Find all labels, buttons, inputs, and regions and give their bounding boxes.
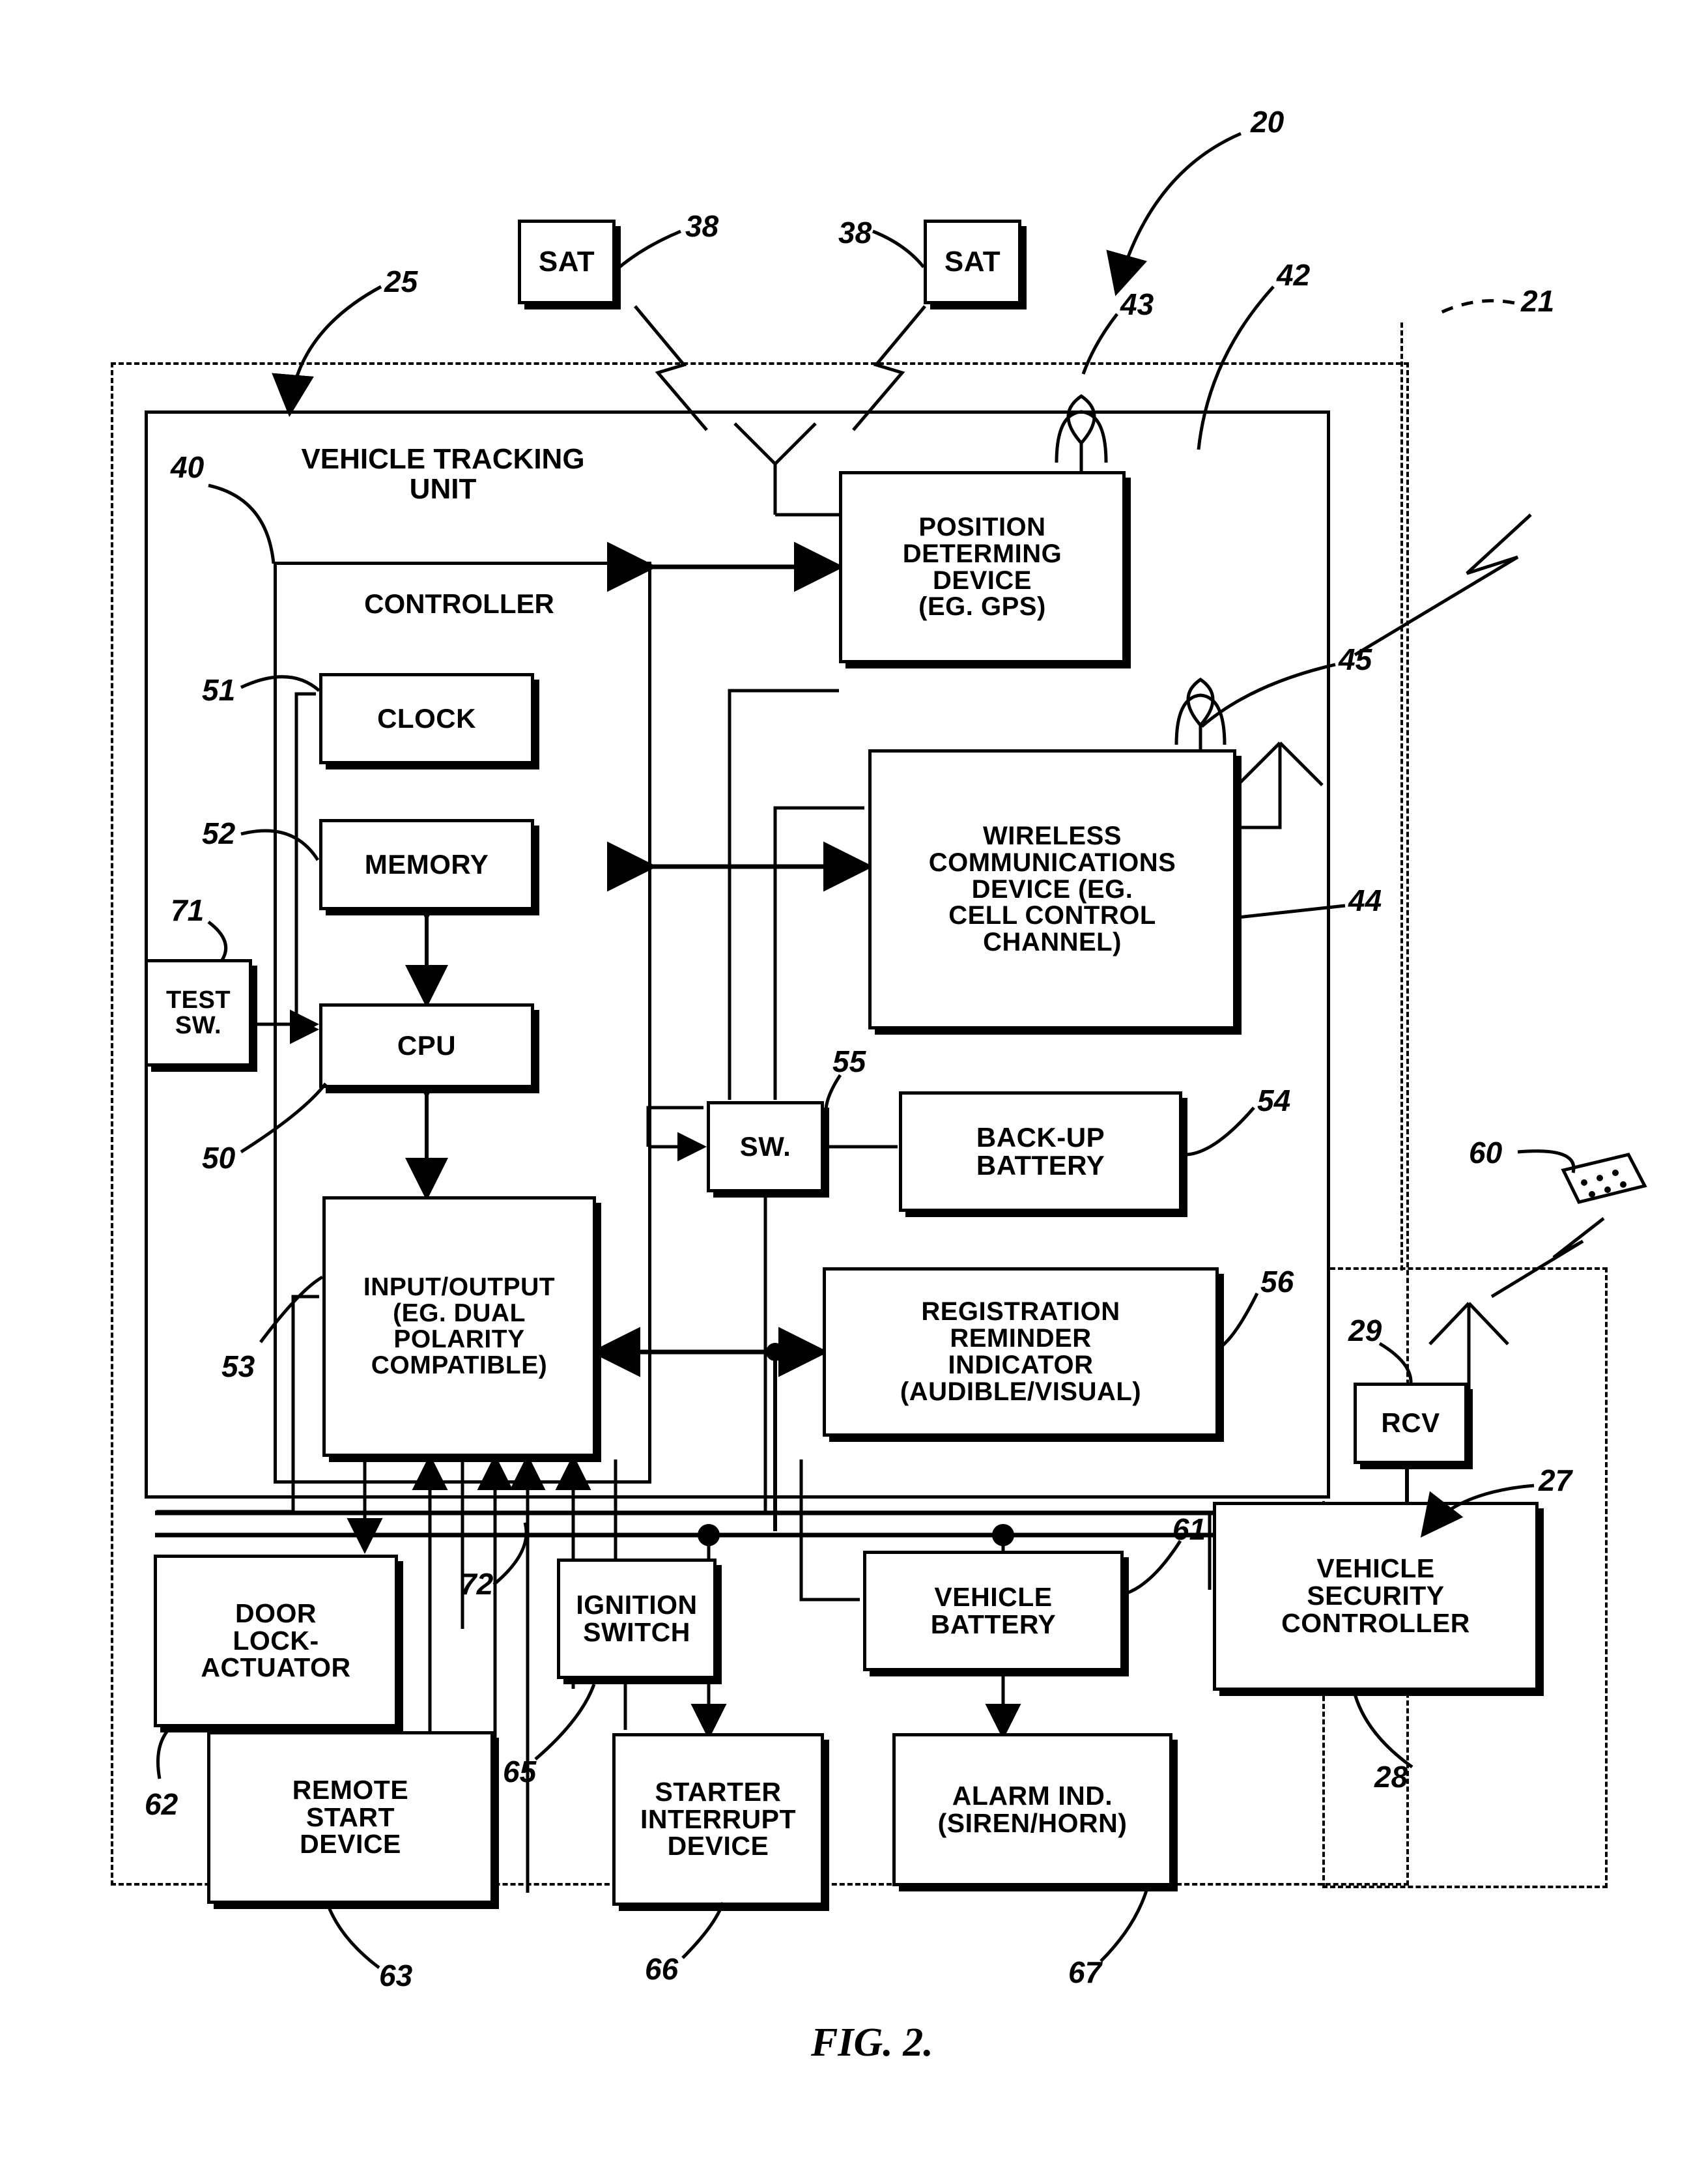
dashed-region-21: [1400, 323, 1566, 1271]
test-switch-box[interactable]: TEST SW.: [145, 959, 252, 1067]
numeral-28: 28: [1374, 1760, 1408, 1794]
sat-box-left: SAT: [518, 220, 616, 304]
backup-battery-box: BACK-UP BATTERY: [899, 1091, 1182, 1212]
door-lock-actuator-box: DOOR LOCK- ACTUATOR: [154, 1555, 398, 1727]
numeral-45: 45: [1339, 642, 1372, 676]
numeral-43: 43: [1120, 287, 1154, 321]
numeral-55: 55: [832, 1044, 866, 1078]
registration-reminder-indicator-box: REGISTRATION REMINDER INDICATOR (AUDIBLE…: [823, 1267, 1219, 1437]
patent-figure-sheet: VEHICLE TRACKING UNIT CONTROLLER SAT SAT…: [0, 0, 1704, 2184]
sat-box-right: SAT: [924, 220, 1021, 304]
numeral-60: 60: [1469, 1136, 1503, 1170]
numeral-61: 61: [1172, 1512, 1206, 1546]
wireless-communications-device-box: WIRELESS COMMUNICATIONS DEVICE (EG. CELL…: [868, 749, 1236, 1029]
numeral-27: 27: [1539, 1463, 1572, 1497]
vehicle-battery-box: VEHICLE BATTERY: [863, 1551, 1124, 1671]
numeral-52: 52: [202, 816, 236, 850]
numeral-38-left: 38: [685, 209, 719, 243]
numeral-65: 65: [503, 1755, 537, 1789]
receiver-box: RCV: [1354, 1383, 1468, 1464]
clock-box: CLOCK: [319, 673, 534, 764]
numeral-54: 54: [1257, 1084, 1291, 1117]
numeral-53: 53: [221, 1349, 255, 1383]
switch-box[interactable]: SW.: [707, 1101, 824, 1192]
remote-start-device-box: REMOTE START DEVICE: [207, 1731, 494, 1904]
numeral-62: 62: [145, 1787, 178, 1821]
numeral-40: 40: [171, 450, 205, 484]
numeral-29: 29: [1348, 1314, 1382, 1347]
vehicle-tracking-unit-title: VEHICLE TRACKING UNIT: [301, 443, 585, 506]
numeral-51: 51: [202, 673, 236, 707]
controller-title: CONTROLLER: [364, 588, 554, 619]
numeral-42: 42: [1277, 258, 1311, 292]
cpu-box: CPU: [319, 1003, 534, 1088]
input-output-box: INPUT/OUTPUT (EG. DUAL POLARITY COMPATIB…: [322, 1196, 596, 1457]
numeral-72: 72: [460, 1567, 494, 1601]
numeral-38-right: 38: [838, 216, 872, 250]
ignition-switch-box[interactable]: IGNITION SWITCH: [557, 1559, 717, 1679]
numeral-67: 67: [1068, 1955, 1102, 1989]
memory-box: MEMORY: [319, 819, 534, 910]
numeral-63: 63: [379, 1959, 413, 1992]
numeral-25: 25: [384, 265, 418, 298]
numeral-71: 71: [171, 893, 205, 927]
numeral-21: 21: [1521, 284, 1555, 318]
numeral-20: 20: [1251, 105, 1285, 139]
numeral-56: 56: [1260, 1265, 1294, 1299]
starter-interrupt-device-box: STARTER INTERRUPT DEVICE: [612, 1733, 824, 1906]
numeral-66: 66: [645, 1952, 679, 1986]
position-determining-device-box: POSITION DETERMING DEVICE (EG. GPS): [839, 471, 1126, 663]
vehicle-security-controller-box: VEHICLE SECURITY CONTROLLER: [1213, 1502, 1539, 1691]
alarm-indicator-box: ALARM IND. (SIREN/HORN): [892, 1733, 1172, 1886]
numeral-44: 44: [1348, 884, 1382, 917]
figure-label: FIG. 2.: [811, 2020, 933, 2065]
numeral-50: 50: [202, 1141, 236, 1175]
